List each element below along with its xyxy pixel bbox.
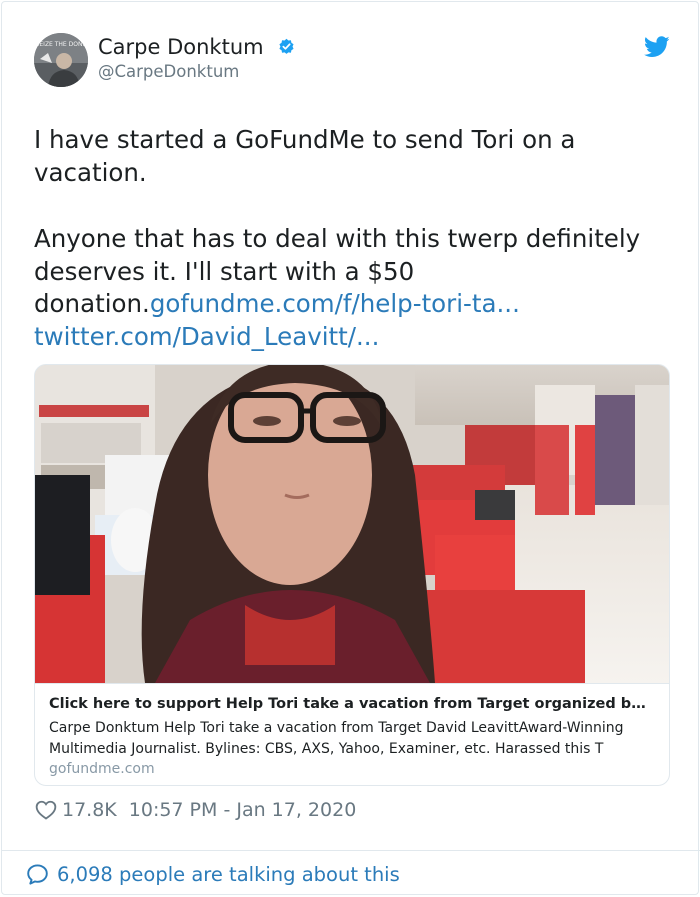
tweet-paragraph-2: Anyone that has to deal with this twerp … xyxy=(34,223,674,321)
card-domain: gofundme.com xyxy=(49,761,155,777)
author-display-name[interactable]: Carpe Donktum xyxy=(98,35,264,59)
tweet-text: I have started a GoFundMe to send Tori o… xyxy=(34,124,674,353)
avatar-text: SEIZE THE DONK xyxy=(36,41,88,48)
conversation-link[interactable]: 6,098 people are talking about this xyxy=(26,862,400,886)
avatar-image: SEIZE THE DONK xyxy=(34,33,88,87)
heart-icon[interactable] xyxy=(35,799,57,821)
talking-count[interactable]: 6,098 people are talking about this xyxy=(57,863,400,886)
link-card[interactable]: Click here to support Help Tori take a v… xyxy=(34,364,670,786)
speech-bubble-icon xyxy=(26,863,49,886)
tweet-embed: SEIZE THE DONK Carpe Donktum @CarpeDonkt… xyxy=(1,1,700,895)
card-image[interactable] xyxy=(35,365,669,683)
card-body[interactable]: Click here to support Help Tori take a v… xyxy=(35,683,669,785)
quoted-tweet-link[interactable]: twitter.com/David_Leavitt/... xyxy=(34,322,379,351)
tweet-meta: 17.8K 10:57 PM - Jan 17, 2020 xyxy=(35,798,356,822)
verified-badge-icon xyxy=(278,38,295,59)
author-handle[interactable]: @CarpeDonktum xyxy=(98,62,239,81)
divider xyxy=(2,850,700,851)
card-title[interactable]: Click here to support Help Tori take a v… xyxy=(49,696,655,712)
twitter-bird-icon[interactable] xyxy=(644,36,670,62)
like-count[interactable]: 17.8K xyxy=(62,799,117,821)
card-description: Carpe Donktum Help Tori take a vacation … xyxy=(49,720,624,757)
card-photo xyxy=(35,365,669,683)
gofundme-link[interactable]: gofundme.com/f/help-tori-ta... xyxy=(150,289,520,318)
tweet-timestamp[interactable]: 10:57 PM - Jan 17, 2020 xyxy=(129,799,357,821)
avatar[interactable]: SEIZE THE DONK xyxy=(34,33,88,87)
tweet-paragraph-1: I have started a GoFundMe to send Tori o… xyxy=(34,125,576,187)
